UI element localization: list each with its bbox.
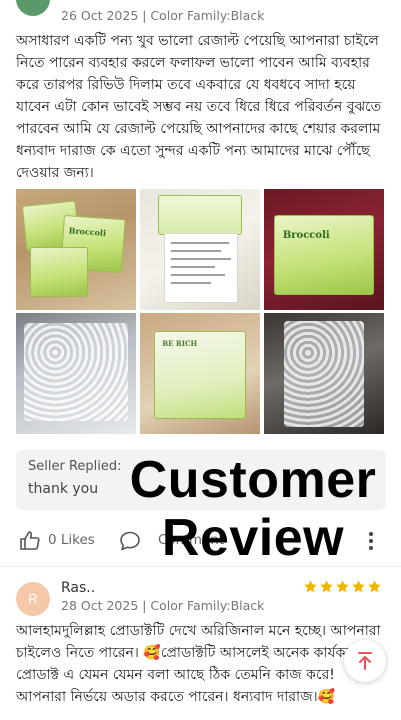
- review-actions: 0 Likes Comment: [0, 524, 401, 558]
- review-text: আলহামদুলিল্লাহ প্রোডাক্টটি দেখে অরিজিনাল…: [16, 623, 381, 705]
- reviewer-avatar: R: [16, 582, 50, 616]
- review-photo-4[interactable]: [16, 313, 136, 434]
- review-photo-grid: Broccoli Broccoli BE RICH: [16, 189, 384, 434]
- brand-label: BE RICH: [162, 338, 198, 348]
- product-label: Broccoli: [282, 230, 330, 242]
- seller-reply-label: Seller Replied:: [28, 459, 122, 474]
- comment-icon[interactable]: [118, 529, 142, 553]
- review-meta: 26 Oct 2025 | Color Family:Black: [61, 8, 265, 23]
- star-rating: [303, 579, 382, 594]
- comment-button[interactable]: Comment: [158, 532, 224, 548]
- review-photo-1[interactable]: Broccoli: [16, 189, 136, 310]
- review-photo-3[interactable]: Broccoli: [264, 189, 384, 310]
- star-icon: [320, 580, 333, 593]
- star-icon: [336, 580, 349, 593]
- review-photo-5[interactable]: BE RICH: [140, 313, 260, 434]
- star-icon: [304, 580, 317, 593]
- more-options-icon[interactable]: [366, 529, 376, 553]
- star-icon: [352, 580, 365, 593]
- review-text: অসাধারণ একটি পন্য খুব ভালো রেজাল্ট পেয়ে…: [16, 33, 382, 181]
- thumbs-up-icon[interactable]: [18, 529, 42, 553]
- review-photo-6[interactable]: [264, 313, 384, 434]
- star-icon: [368, 580, 381, 593]
- seller-reply: Seller Replied: thank you: [16, 450, 386, 510]
- seller-reply-text: thank you: [28, 481, 99, 497]
- arrow-up-icon: [358, 652, 372, 670]
- scroll-to-top-button[interactable]: [344, 640, 386, 682]
- like-count: 0 Likes: [48, 532, 95, 548]
- review-divider: [0, 566, 401, 567]
- product-label: Broccoli: [68, 225, 107, 239]
- review-photo-2[interactable]: [140, 189, 260, 310]
- reviewer-avatar: [16, 0, 50, 16]
- review-meta: 28 Oct 2025 | Color Family:Black: [61, 598, 265, 613]
- reviewer-name: Ras..: [61, 580, 96, 596]
